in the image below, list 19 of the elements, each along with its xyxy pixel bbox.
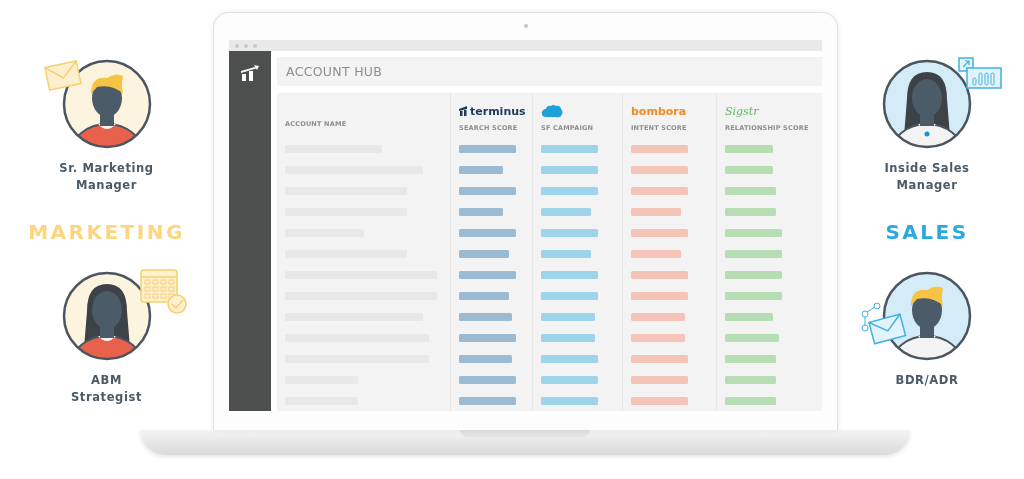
logo-icon[interactable]: [241, 65, 259, 81]
role-label: BDR/ADR: [895, 372, 959, 389]
envelope-icon: [43, 60, 82, 91]
brand-logo: bombora: [631, 104, 687, 118]
chart-icon: [958, 57, 1002, 89]
calendar-icon: [139, 269, 187, 314]
page-title: ACCOUNT HUB: [277, 57, 822, 86]
role-label: Sr. Marketing Manager: [59, 160, 154, 194]
team-title: MARKETING: [28, 220, 185, 244]
terminus-mark-icon: [459, 106, 468, 116]
team-title: SALES: [885, 220, 969, 244]
window-controls-icon: [235, 43, 259, 48]
brand-logo: Sigstr: [725, 104, 759, 118]
camera-icon: [524, 24, 528, 28]
mail-network-icon: [861, 302, 907, 345]
cloud-icon: [541, 104, 563, 118]
brand-logo: terminus: [470, 104, 526, 118]
role-label: ABM Strategist: [71, 372, 142, 406]
role-label: Inside Sales Manager: [884, 160, 970, 194]
